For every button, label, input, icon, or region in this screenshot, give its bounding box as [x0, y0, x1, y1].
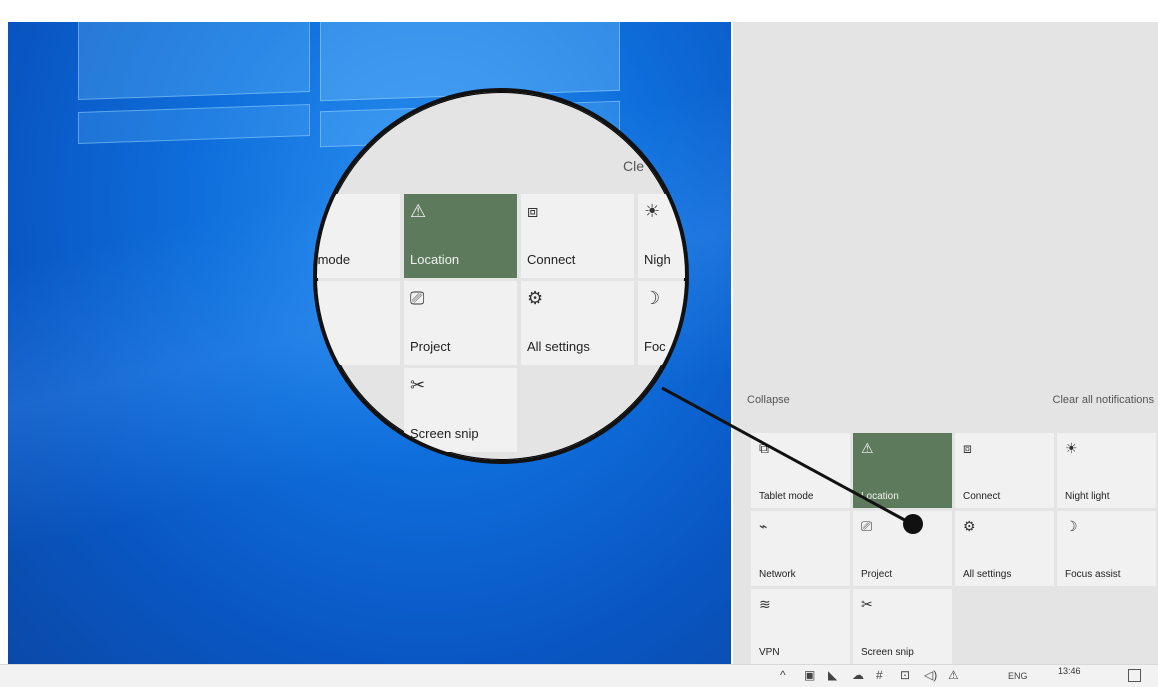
tray-icon[interactable]: ◁) [924, 668, 937, 682]
magnified-tile-label: Foc [644, 339, 666, 354]
quick-action-all-settings[interactable]: ⚙ All settings [954, 510, 1055, 587]
magnified-tile-icon: ☽ [644, 288, 661, 308]
quick-action-label: Night light [1065, 491, 1110, 502]
notifications-icon[interactable] [1128, 669, 1141, 682]
magnified-tile: ⎚ Project [404, 281, 517, 365]
tray-icon[interactable]: ◣ [828, 668, 837, 682]
quick-action-night-light[interactable]: ☀ Night light [1056, 432, 1157, 509]
quick-action-label: VPN [759, 647, 780, 658]
gear-icon: ⚙ [963, 518, 976, 534]
quick-action-label: Tablet mode [759, 491, 814, 502]
quick-action-screen-snip[interactable]: ✂ Screen snip [852, 588, 953, 664]
magnified-tile-icon: ✂ [410, 375, 426, 395]
tray-icon[interactable]: # [876, 668, 883, 682]
tray-icon[interactable]: ⊡ [900, 668, 910, 682]
taskbar: ^ ▣ ◣ ☁ # ⊡ ◁) ⚠ ENG 13:46 [0, 664, 1158, 687]
magnified-tile: blet mode [317, 194, 400, 278]
magnified-tile: ⧈ Connect [521, 194, 634, 278]
magnified-quick-actions: Cle blet mode ⚠ Location ⧈ Connect ☀ Nigh ⌁twor… [317, 92, 685, 460]
magnified-clear-label: Cle [623, 158, 645, 174]
magnified-tile: ⚙ All settings [521, 281, 634, 365]
magnified-tile: ⌁twork [317, 281, 400, 365]
magnified-tile-icon: ⚠ [410, 201, 427, 221]
quick-action-label: Connect [963, 491, 1001, 502]
quick-action-vpn[interactable]: ≋ VPN [750, 588, 851, 664]
windows-logo-pane [320, 22, 620, 102]
quick-action-label: Screen snip [861, 647, 914, 658]
tray-icon[interactable]: ☁ [852, 668, 864, 682]
quick-action-focus-assist[interactable]: ☽ Focus assist [1056, 510, 1157, 587]
quick-action-location[interactable]: ⚠ Location [852, 432, 953, 509]
clear-all-notifications-button[interactable]: Clear all notifications [1053, 394, 1155, 406]
language-indicator[interactable]: ENG [1008, 671, 1028, 681]
magnified-tile-label: Nigh [644, 252, 671, 267]
night-light-icon: ☀ [1065, 440, 1078, 456]
magnified-tile: ☽ Foc [638, 281, 685, 365]
action-center-header: Collapse Clear all notifications [747, 394, 1158, 412]
quick-action-connect[interactable]: ⧈ Connect [954, 432, 1055, 509]
network-icon: ⌁ [759, 518, 768, 534]
quick-action-label: Project [861, 569, 893, 580]
collapse-button[interactable]: Collapse [747, 394, 790, 406]
windows-logo-pane [78, 22, 310, 101]
magnified-tile-icon: ⎚ [410, 288, 425, 308]
windows-logo-pane [78, 103, 310, 145]
vpn-icon: ≋ [759, 596, 771, 612]
location-icon: ⚠ [861, 440, 874, 456]
magnified-tile-icon: ☀ [644, 201, 661, 221]
action-center-panel: Collapse Clear all notifications ⧉ Tablet… [733, 22, 1158, 664]
magnified-tile-label: Project [410, 339, 451, 354]
magnified-tile-icon: ⚙ [527, 288, 544, 308]
connect-icon: ⧈ [963, 440, 972, 456]
focus-assist-icon: ☽ [1065, 518, 1078, 534]
magnified-tile-label: Screen snip [410, 426, 479, 441]
quick-action-label: Network [759, 569, 796, 580]
project-icon: ⎚ [861, 518, 873, 534]
clock[interactable]: 13:46 [1058, 666, 1081, 676]
magnified-tile-label: Connect [527, 252, 576, 267]
magnified-tile-icon: ⧈ [527, 201, 539, 221]
magnified-tile-label: All settings [527, 339, 590, 354]
quick-action-tablet-mode[interactable]: ⧉ Tablet mode [750, 432, 851, 509]
magnified-tile: ⚠ Location [404, 194, 517, 278]
magnified-tile: ☀ Nigh [638, 194, 685, 278]
magnified-tile: ✂ Screen snip [404, 368, 517, 452]
zoom-magnifier: Cle blet mode ⚠ Location ⧈ Connect ☀ Nigh ⌁twor… [313, 88, 689, 464]
magnified-tile-label: blet mode [317, 252, 351, 267]
tablet-mode-icon: ⧉ [759, 440, 769, 456]
screen: Collapse Clear all notifications ⧉ Tablet… [0, 0, 1158, 687]
quick-action-project[interactable]: ⎚ Project [852, 510, 953, 587]
quick-action-label: Location [861, 491, 899, 502]
magnified-tile-label: Location [410, 252, 460, 267]
quick-action-label: All settings [963, 569, 1012, 580]
tray-icon[interactable]: ^ [780, 668, 786, 682]
tray-icon[interactable]: ⚠ [948, 668, 959, 682]
screen-snip-icon: ✂ [861, 596, 873, 612]
quick-action-network[interactable]: ⌁ Network [750, 510, 851, 587]
tray-icon[interactable]: ▣ [804, 668, 815, 682]
quick-action-label: Focus assist [1065, 569, 1121, 580]
